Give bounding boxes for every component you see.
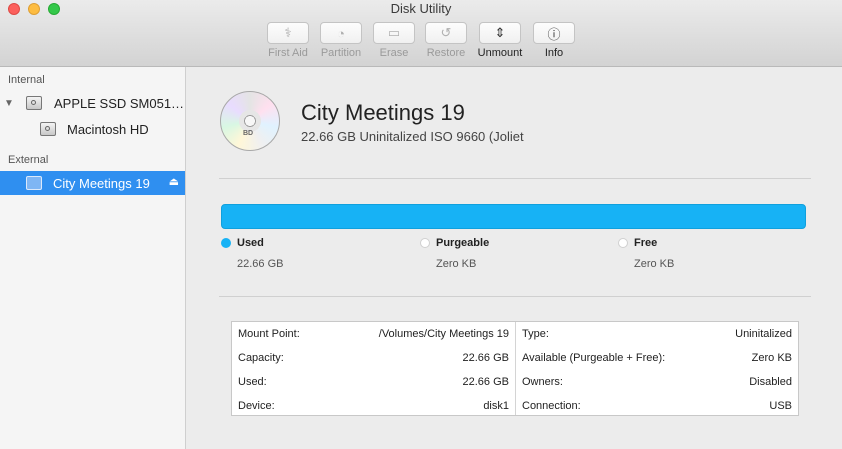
divider [219, 296, 811, 297]
first-aid-button[interactable]: ⚕ First Aid [258, 22, 318, 59]
volume-title: City Meetings 19 [301, 100, 465, 125]
partition-button[interactable]: ◔ Partition [311, 22, 371, 59]
info-key: Available (Purgeable + Free): [522, 352, 666, 364]
info-value: /Volumes/City Meetings 19 [378, 328, 509, 340]
info-row-mount-point: Mount Point: /Volumes/City Meetings 19 [232, 322, 515, 346]
sidebar: Internal ▼ APPLE SSD SM051… Macintosh HD… [0, 67, 186, 449]
info-key: Connection: [522, 400, 581, 412]
legend-used: Used 22.66 GB [221, 237, 283, 270]
sidebar-section-external: External [8, 154, 49, 166]
erase-label: Erase [379, 47, 409, 59]
legend-purgeable: Purgeable Zero KB [420, 237, 489, 270]
restore-arrow-icon: ↺ [440, 25, 452, 40]
unmount-button[interactable]: ⇕ Unmount [470, 22, 530, 59]
info-value: 22.66 GB [462, 376, 509, 388]
window-title: Disk Utility [390, 1, 452, 16]
restore-label: Restore [426, 47, 466, 59]
info-column-right: Type: Uninitalized Available (Purgeable +… [516, 322, 798, 415]
legend-purgeable-label: Purgeable [436, 237, 490, 249]
title-bar: Disk Utility ⚕ First Aid ◔ Partition ▭ E… [0, 0, 842, 67]
info-key: Type: [522, 328, 549, 340]
free-dot-icon [618, 238, 628, 248]
info-key: Device: [238, 400, 275, 412]
info-row-connection: Connection: USB [516, 394, 798, 418]
legend-used-value: 22.66 GB [237, 258, 284, 270]
legend-free: Free Zero KB [618, 237, 674, 270]
info-key: Used: [238, 376, 267, 388]
info-key: Owners: [522, 376, 563, 388]
eject-icon[interactable]: ⏏ [169, 175, 179, 188]
main-panel: BD City Meetings 19 22.66 GB Uninitalize… [187, 67, 842, 449]
legend-used-label: Used [237, 237, 264, 249]
unmount-icon: ⇕ [494, 25, 506, 40]
volume-subtitle: 22.66 GB Uninitalized ISO 9660 (Joliet [301, 129, 524, 144]
info-key: Mount Point: [238, 328, 300, 340]
restore-button[interactable]: ↺ Restore [416, 22, 476, 59]
info-label: Info [544, 47, 564, 59]
usage-bar [221, 204, 806, 229]
external-disk-icon [26, 176, 42, 190]
sidebar-item-apple-ssd[interactable]: ▼ APPLE SSD SM051… [0, 91, 185, 115]
info-value: Uninitalized [735, 328, 792, 340]
info-value: 22.66 GB [462, 352, 509, 364]
sidebar-item-macintosh-hd[interactable]: Macintosh HD [0, 117, 185, 141]
erase-drive-icon: ▭ [387, 25, 401, 40]
volume-disk-icon [40, 122, 56, 136]
internal-disk-icon [26, 96, 42, 110]
info-value: Disabled [749, 376, 792, 388]
unmount-label: Unmount [477, 47, 523, 59]
info-row-capacity: Capacity: 22.66 GB [232, 346, 515, 370]
used-dot-icon [221, 238, 231, 248]
sidebar-item-label: City Meetings 19 [53, 175, 150, 191]
disc-label: BD [243, 130, 254, 137]
partition-label: Partition [320, 47, 362, 59]
partition-pie-icon: ◔ [337, 25, 345, 41]
sidebar-section-internal: Internal [8, 74, 45, 86]
stethoscope-icon: ⚕ [284, 25, 292, 40]
info-row-used: Used: 22.66 GB [232, 370, 515, 394]
info-value: disk1 [483, 400, 509, 412]
divider [219, 178, 811, 179]
legend-free-value: Zero KB [634, 258, 675, 270]
sidebar-item-label: APPLE SSD SM051… [54, 95, 185, 111]
legend-free-label: Free [634, 237, 658, 249]
info-button[interactable]: ⓘ Info [524, 22, 584, 59]
info-column-left: Mount Point: /Volumes/City Meetings 19 Ca… [232, 322, 516, 415]
info-row-owners: Owners: Disabled [516, 370, 798, 394]
info-row-available: Available (Purgeable + Free): Zero KB [516, 346, 798, 370]
sidebar-item-city-meetings[interactable]: City Meetings 19 ⏏ [0, 171, 185, 195]
info-row-device: Device: disk1 [232, 394, 515, 418]
info-row-type: Type: Uninitalized [516, 322, 798, 346]
first-aid-label: First Aid [268, 47, 308, 59]
info-table: Mount Point: /Volumes/City Meetings 19 Ca… [231, 321, 799, 416]
optical-disc-icon: BD [220, 91, 280, 151]
erase-button[interactable]: ▭ Erase [364, 22, 424, 59]
disclosure-triangle-icon[interactable]: ▼ [4, 98, 18, 109]
purgeable-dot-icon [420, 238, 430, 248]
info-key: Capacity: [238, 352, 284, 364]
sidebar-item-label: Macintosh HD [67, 121, 149, 137]
info-value: USB [769, 400, 792, 412]
info-value: Zero KB [751, 352, 792, 364]
info-icon: ⓘ [547, 26, 561, 42]
legend-purgeable-value: Zero KB [436, 258, 477, 270]
